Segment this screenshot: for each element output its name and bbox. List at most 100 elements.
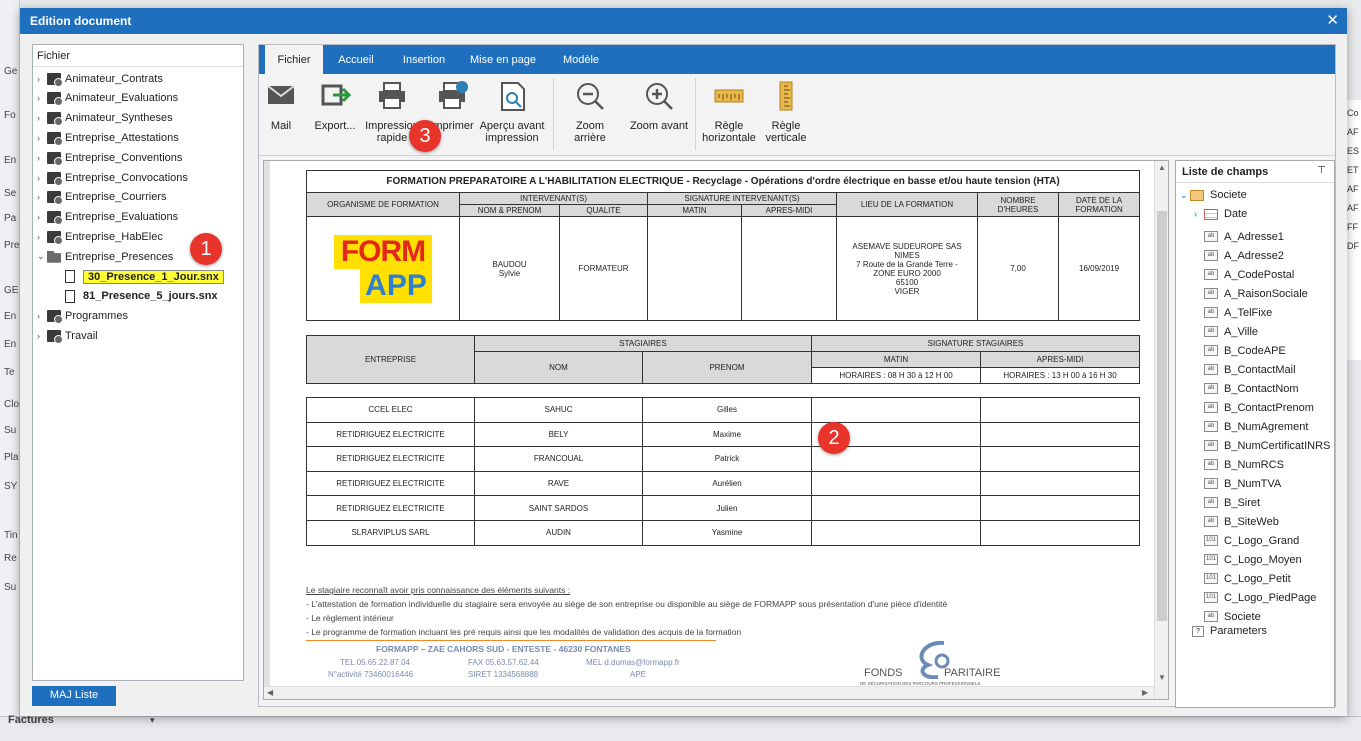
- field-item[interactable]: ab B_NumTVA: [1204, 474, 1281, 493]
- header-nom-prenom: NOM & PRENOM: [459, 204, 560, 217]
- field-item[interactable]: 101 C_Logo_PiedPage: [1204, 588, 1316, 607]
- footer-tel: TEL 05.65.22.87.04: [340, 658, 410, 667]
- tab-insertion[interactable]: Insertion: [389, 45, 459, 74]
- tree-folder-item[interactable]: ⌄ Entreprise_Presences: [37, 247, 173, 266]
- tree-item-label: Programmes: [65, 310, 128, 323]
- field-item[interactable]: ab A_RaisonSociale: [1204, 284, 1308, 303]
- field-item[interactable]: ab B_NumAgrement: [1204, 417, 1308, 436]
- expand-right-icon[interactable]: ›: [37, 133, 47, 143]
- tree-folder-item[interactable]: › Entreprise_Attestations: [37, 128, 179, 147]
- tree-folder-item[interactable]: › Entreprise_Evaluations: [37, 208, 178, 227]
- règle-verticale-button[interactable]: Règle verticale: [761, 80, 811, 144]
- tree-folder-item[interactable]: › Programmes: [37, 307, 128, 326]
- signature-cell: [980, 495, 1140, 521]
- field-item-label: B_ContactMail: [1224, 363, 1296, 376]
- vertical-scroll-thumb[interactable]: [1157, 211, 1167, 621]
- close-icon[interactable]: ✕: [1326, 11, 1339, 29]
- image-field-icon: 101: [1204, 592, 1218, 603]
- tree-file-item[interactable]: 81_Presence_5_jours.snx: [65, 287, 218, 306]
- signature-matin-cell: [647, 216, 742, 321]
- expand-right-icon[interactable]: ›: [1194, 209, 1204, 219]
- header-prenom: PRENOM: [641, 351, 813, 384]
- field-item[interactable]: 101 C_Logo_Moyen: [1204, 550, 1302, 569]
- aperçu-avant-impression-button[interactable]: Aperçu avant impression: [477, 80, 547, 144]
- pin-icon[interactable]: ⊤: [1317, 165, 1326, 176]
- field-root-societe[interactable]: ⌄ Societe: [1180, 189, 1247, 201]
- expand-right-icon[interactable]: ›: [37, 74, 47, 84]
- scroll-down-icon[interactable]: ▼: [1158, 673, 1166, 682]
- expand-right-icon[interactable]: ›: [37, 113, 47, 123]
- expand-down-icon[interactable]: ⌄: [37, 251, 47, 262]
- expand-right-icon[interactable]: ›: [37, 173, 47, 183]
- field-date-node[interactable]: › Date: [1194, 208, 1247, 220]
- expand-right-icon[interactable]: ›: [37, 212, 47, 222]
- mail-button[interactable]: Mail: [261, 80, 301, 132]
- field-item[interactable]: 101 C_Logo_Petit: [1204, 569, 1291, 588]
- chevron-down-icon[interactable]: ▾: [150, 715, 155, 726]
- stagiaire-entreprise: CCEL ELEC: [306, 397, 475, 423]
- field-item[interactable]: ab B_SiteWeb: [1204, 512, 1279, 531]
- field-item[interactable]: ab A_Ville: [1204, 322, 1258, 341]
- export-button[interactable]: Export...: [307, 80, 363, 132]
- tab-mod-le[interactable]: Modèle: [553, 45, 609, 74]
- field-item[interactable]: ab A_Adresse1: [1204, 227, 1284, 246]
- horaires-apres-midi: HORAIRES : 13 H 00 à 16 H 30: [980, 367, 1141, 384]
- expand-right-icon[interactable]: ›: [37, 232, 47, 242]
- bg-sidebar-label: Pa: [4, 213, 17, 224]
- zoom-arrière-button[interactable]: Zoom arrière: [559, 80, 621, 144]
- tree-file-item[interactable]: 30_Presence_1_Jour.snx: [65, 267, 224, 286]
- scroll-up-icon[interactable]: ▲: [1158, 163, 1166, 172]
- scroll-left-icon[interactable]: ◀: [267, 688, 273, 697]
- tree-folder-item[interactable]: › Entreprise_HabElec: [37, 227, 163, 246]
- field-item[interactable]: ab B_ContactPrenom: [1204, 398, 1314, 417]
- footer-title: FORMAPP – ZAE CAHORS SUD - ENTESTE - 462…: [376, 644, 631, 654]
- tree-folder-item[interactable]: › Entreprise_Conventions: [37, 148, 182, 167]
- field-parameters[interactable]: ? Parameters: [1192, 625, 1267, 637]
- tree-folder-item[interactable]: › Entreprise_Courriers: [37, 188, 166, 207]
- edition-document-dialog: Edition document ✕ Fichier › Animateur_Co…: [20, 8, 1347, 716]
- field-list-header: Liste de champs ⊤: [1176, 161, 1334, 183]
- règle-horizontale-button[interactable]: Règle horizontale: [701, 80, 757, 144]
- bg-sidebar-label: Pre: [4, 240, 20, 251]
- field-item[interactable]: ab Societe: [1204, 607, 1261, 626]
- expand-right-icon[interactable]: ›: [37, 311, 47, 321]
- tree-folder-item[interactable]: › Animateur_Contrats: [37, 69, 163, 88]
- expand-right-icon[interactable]: ›: [37, 153, 47, 163]
- expand-right-icon[interactable]: ›: [37, 192, 47, 202]
- tab-accueil[interactable]: Accueil: [325, 45, 387, 74]
- field-item[interactable]: ab A_TelFixe: [1204, 303, 1272, 322]
- field-item[interactable]: ab B_ContactMail: [1204, 360, 1296, 379]
- tree-folder-item[interactable]: › Travail: [37, 326, 98, 345]
- field-item[interactable]: ab B_ContactNom: [1204, 379, 1299, 398]
- text-field-icon: ab: [1204, 383, 1218, 394]
- vertical-scrollbar[interactable]: ▲ ▼: [1154, 161, 1168, 699]
- field-item[interactable]: ab A_Adresse2: [1204, 246, 1284, 265]
- note-attestation: - L'attestation de formation individuell…: [306, 599, 948, 609]
- header-qualite: QUALITE: [559, 204, 648, 217]
- field-item-label: A_Ville: [1224, 325, 1259, 338]
- zoom-avant-button[interactable]: Zoom avant: [627, 80, 691, 132]
- scroll-right-icon[interactable]: ▶: [1142, 688, 1148, 697]
- expand-down-icon[interactable]: ⌄: [1180, 190, 1190, 201]
- tree-folder-item[interactable]: › Entreprise_Convocations: [37, 168, 188, 187]
- tree-folder-item[interactable]: › Animateur_Evaluations: [37, 89, 178, 108]
- expand-right-icon[interactable]: ›: [37, 93, 47, 103]
- horizontal-scrollbar[interactable]: ◀ ▶: [264, 686, 1154, 699]
- field-item[interactable]: ab B_Siret: [1204, 493, 1260, 512]
- tab-fichier[interactable]: Fichier: [265, 45, 323, 74]
- footer-activite: N°activité 73460016446: [328, 670, 414, 679]
- field-item[interactable]: ab A_CodePostal: [1204, 265, 1294, 284]
- field-item[interactable]: 101 C_Logo_Grand: [1204, 531, 1299, 550]
- tab-mise-en-page[interactable]: Mise en page: [461, 45, 545, 74]
- field-item-label: A_Adresse1: [1224, 230, 1284, 243]
- field-item[interactable]: ab B_NumCertificatINRS: [1204, 436, 1330, 455]
- expand-right-icon[interactable]: ›: [37, 331, 47, 341]
- maj-liste-button[interactable]: MAJ Liste: [32, 686, 116, 706]
- footer-siret: SIRET 1334568888: [468, 670, 539, 679]
- field-item[interactable]: ab B_CodeAPE: [1204, 341, 1286, 360]
- field-item-label: A_TelFixe: [1224, 306, 1273, 319]
- folder-icon: [47, 112, 63, 127]
- field-item[interactable]: ab B_NumRCS: [1204, 455, 1284, 474]
- folder-icon: [47, 171, 63, 186]
- tree-folder-item[interactable]: › Animateur_Syntheses: [37, 109, 173, 128]
